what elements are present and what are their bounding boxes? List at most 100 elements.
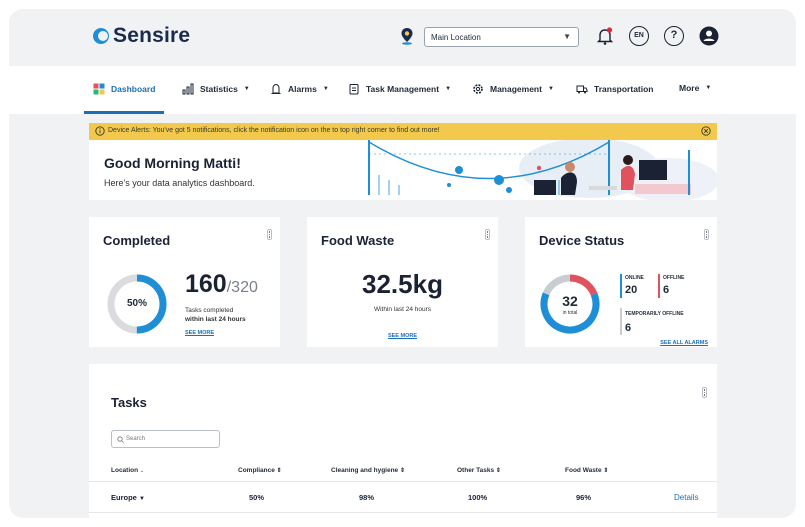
- completed-count: 160: [185, 270, 227, 298]
- nav-label: Dashboard: [111, 84, 156, 94]
- chevron-down-icon: ▼: [563, 32, 571, 41]
- dashboard-illustration: [368, 140, 717, 200]
- row-details-link[interactable]: Details: [674, 493, 698, 502]
- nav-label: Transportation: [594, 84, 654, 94]
- top-bar: Sensire Main Location ▼ EN ?: [9, 9, 796, 66]
- kebab-menu-icon[interactable]: [267, 229, 272, 240]
- table-divider: [89, 481, 717, 482]
- greeting-subtitle: Here's your data analytics dashboard.: [104, 178, 255, 188]
- offline-value: 6: [663, 284, 670, 296]
- row-cleaning: 98%: [359, 493, 375, 502]
- device-total-caption: in total: [562, 310, 578, 316]
- food-waste-caption: Within last 24 hours: [373, 306, 432, 313]
- task-icon: [349, 84, 359, 95]
- user-icon[interactable]: [699, 26, 719, 46]
- tasks-panel: Tasks Search Location ⌄ Compliance ⇕ Cle…: [89, 364, 717, 518]
- food-waste-value: 32.5kg: [362, 269, 443, 299]
- location-pin-icon: [401, 28, 413, 45]
- device-alert-banner: Device Alerts: You've got 5 notification…: [89, 123, 717, 140]
- online-label: ONLINE: [625, 275, 644, 281]
- column-header-food-waste[interactable]: Food Waste ⇕: [565, 467, 608, 474]
- temp-offline-value: 6: [625, 322, 632, 334]
- food-waste-card: Food Waste 32.5kg Within last 24 hours S…: [307, 217, 498, 347]
- search-icon: [117, 436, 124, 443]
- column-label: Cleaning and hygiene: [331, 467, 399, 474]
- offline-legend-bar: [658, 274, 660, 298]
- food-waste-see-more-link[interactable]: SEE MORE: [307, 333, 498, 339]
- info-icon: [95, 126, 105, 136]
- completed-line2: within last 24 hours: [185, 316, 246, 323]
- row-food-waste: 96%: [576, 493, 592, 502]
- chevron-down-icon: ▼: [243, 86, 250, 92]
- chevron-down-icon: ▼: [322, 86, 329, 92]
- chevron-down-icon: ▼: [547, 86, 554, 92]
- alarms-icon: [271, 83, 281, 94]
- logo-text: Sensire: [113, 24, 191, 47]
- kebab-menu-icon[interactable]: [704, 229, 709, 240]
- offline-label: OFFLINE: [663, 275, 685, 281]
- column-label: Food Waste: [565, 467, 602, 474]
- row-location[interactable]: Europe ▼: [111, 493, 145, 502]
- completed-count-block: 160/320: [185, 270, 258, 299]
- see-all-alarms-link[interactable]: SEE ALL ALARMS: [660, 340, 708, 346]
- chevron-down-icon: ⌄: [139, 468, 145, 474]
- sort-icon: ⇕: [276, 468, 282, 474]
- statistics-icon: [182, 83, 194, 95]
- tasks-search-input[interactable]: Search: [111, 430, 220, 448]
- row-compliance: 50%: [249, 493, 265, 502]
- completed-title: Completed: [103, 233, 171, 248]
- close-icon[interactable]: [701, 126, 711, 136]
- nav-item-task-management[interactable]: Task Management ▼: [348, 83, 451, 95]
- location-select-value: Main Location: [431, 33, 481, 42]
- kebab-menu-icon[interactable]: [702, 387, 707, 398]
- completed-total: /320: [226, 279, 258, 296]
- column-header-cleaning[interactable]: Cleaning and hygiene ⇕: [331, 467, 405, 474]
- app-frame: Sensire Main Location ▼ EN ? Dashboard S…: [9, 9, 796, 518]
- sort-icon: ⇕: [603, 468, 609, 474]
- logo-mark-icon: [93, 28, 109, 44]
- nav-label: More: [679, 83, 700, 93]
- column-label: Location: [111, 467, 139, 474]
- logo[interactable]: Sensire: [93, 24, 190, 48]
- truck-icon: [576, 85, 588, 94]
- row-location-label: Europe: [111, 493, 137, 502]
- nav-label: Alarms: [288, 84, 317, 94]
- chevron-down-icon: ▼: [445, 86, 452, 92]
- nav-item-dashboard[interactable]: Dashboard: [93, 83, 155, 95]
- language-icon[interactable]: EN: [629, 26, 649, 46]
- search-placeholder: Search: [126, 436, 146, 442]
- device-total: 32: [562, 293, 578, 309]
- kebab-menu-icon[interactable]: [485, 229, 490, 240]
- help-icon[interactable]: ?: [664, 26, 684, 46]
- alert-text: Device Alerts: You've got 5 notification…: [108, 127, 440, 134]
- nav-label: Management: [490, 84, 542, 94]
- chevron-down-icon: ▼: [705, 85, 712, 91]
- sort-icon: ⇕: [495, 468, 501, 474]
- online-value: 20: [625, 284, 638, 296]
- completed-see-more-link[interactable]: SEE MORE: [185, 330, 214, 336]
- nav-item-statistics[interactable]: Statistics ▼: [182, 83, 250, 95]
- nav-label: Task Management: [366, 84, 440, 94]
- dashboard-icon: [93, 83, 105, 95]
- column-header-other-tasks[interactable]: Other Tasks ⇕: [457, 467, 501, 474]
- device-status-card: Device Status 32 in total ONLINE 20 OFFL…: [525, 217, 717, 347]
- column-label: Other Tasks: [457, 467, 495, 474]
- food-waste-title: Food Waste: [321, 233, 395, 248]
- nav-label: Statistics: [200, 84, 238, 94]
- temp-offline-label: TEMPORARILY OFFLINE: [625, 311, 684, 317]
- gear-icon: [473, 84, 483, 94]
- column-header-compliance[interactable]: Compliance ⇕: [238, 467, 282, 474]
- column-header-location[interactable]: Location ⌄: [111, 467, 144, 474]
- device-status-title: Device Status: [539, 233, 625, 248]
- location-select[interactable]: Main Location ▼: [424, 27, 579, 47]
- welcome-hero: Good Morning Matti! Here's your data ana…: [89, 140, 717, 200]
- nav-item-management[interactable]: Management ▼: [472, 83, 554, 95]
- nav-item-alarms[interactable]: Alarms ▼: [270, 83, 329, 95]
- chevron-down-icon: ▼: [138, 496, 145, 502]
- completed-card: Completed 50% 160/320 Tasks completed wi…: [89, 217, 280, 347]
- notification-bell-icon[interactable]: [595, 26, 615, 46]
- nav-item-more[interactable]: More ▼: [679, 83, 711, 93]
- active-tab-indicator: [84, 111, 164, 114]
- nav-item-transportation[interactable]: Transportation: [576, 83, 654, 95]
- completed-percent: 50%: [126, 298, 147, 309]
